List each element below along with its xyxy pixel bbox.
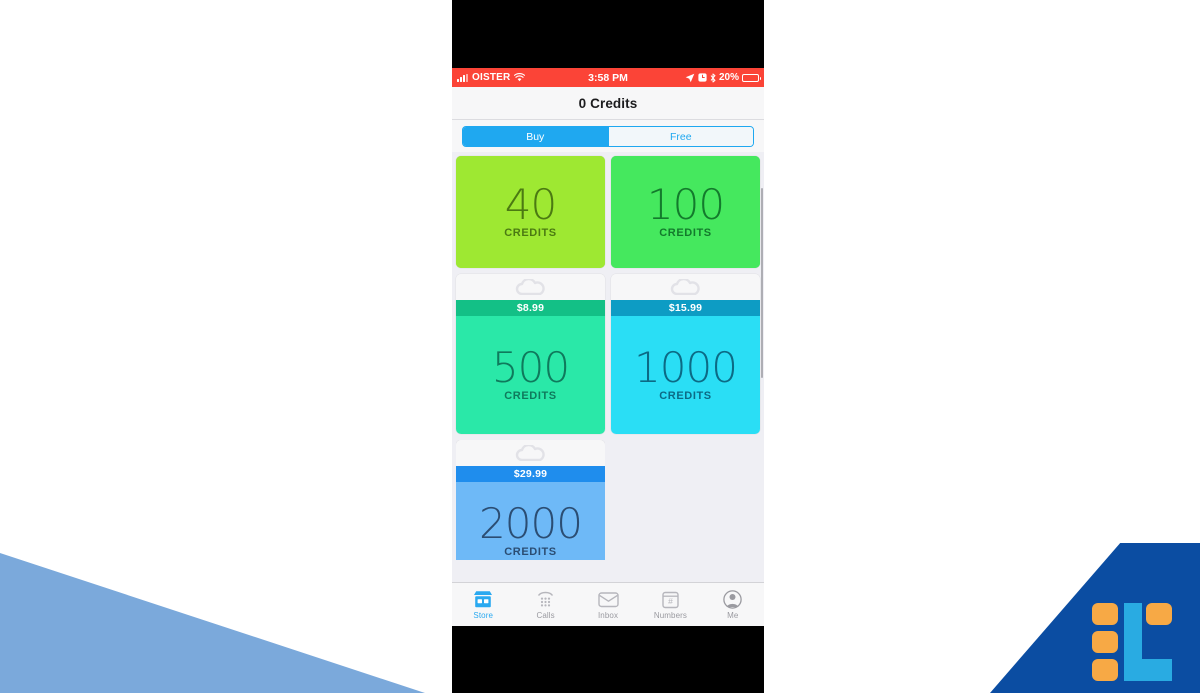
bluetooth-icon [710, 73, 716, 82]
location-arrow-icon [685, 73, 695, 82]
tab-label-calls: Calls [536, 611, 555, 620]
status-bar-right-group: 20% [685, 72, 761, 83]
phone-screen: OISTER 3:58 PM 20% 0 Credits Buy Free 40… [452, 68, 764, 626]
tab-label-inbox: Inbox [597, 611, 619, 620]
storefront-icon [473, 589, 493, 610]
tab-store[interactable]: Store [452, 589, 514, 620]
tab-calls[interactable]: Calls [514, 589, 576, 620]
ios-status-bar: OISTER 3:58 PM 20% [452, 68, 764, 87]
credits-label-1000: CREDITS [659, 389, 712, 402]
credit-package-card-1000[interactable]: $15.99 1000 CREDITS [611, 274, 760, 434]
credit-amount-40: 40 [504, 180, 557, 230]
credit-package-card-40[interactable]: 40 CREDITS [456, 156, 605, 268]
credit-package-card-2000[interactable]: $29.99 2000 CREDITS [456, 440, 605, 560]
tab-numbers[interactable]: # Numbers [639, 589, 701, 620]
credits-label-100: CREDITS [659, 226, 712, 239]
card-body-2000: 2000 CREDITS [456, 482, 605, 560]
tab-buy[interactable]: Buy [463, 127, 608, 146]
credits-label-500: CREDITS [504, 389, 557, 402]
scrollbar-thumb[interactable] [761, 188, 763, 378]
person-circle-icon [723, 589, 743, 610]
credit-amount-500: 500 [491, 343, 570, 393]
credit-amount-1000: 1000 [634, 343, 738, 393]
tab-label-numbers: Numbers [653, 611, 687, 620]
card-head-500 [456, 274, 605, 300]
price-bar-2000: $29.99 [456, 466, 605, 482]
phone-device-frame: OISTER 3:58 PM 20% 0 Credits Buy Free 40… [452, 0, 764, 693]
price-bar-500: $8.99 [456, 300, 605, 316]
package-cell-500: $8.99 500 CREDITS [456, 274, 605, 434]
screenshot-canvas: OISTER 3:58 PM 20% 0 Credits Buy Free 40… [0, 0, 1200, 693]
cloud-download-icon [515, 445, 545, 461]
decorative-blue-triangle [0, 553, 425, 693]
card-head-2000 [456, 440, 605, 466]
tab-inbox[interactable]: Inbox [577, 589, 639, 620]
bottom-tab-bar: Store Calls Inbox # Numbers Me [452, 582, 764, 626]
dialpad-phone-icon [536, 589, 555, 610]
credits-label-2000: CREDITS [504, 545, 557, 558]
card-body-40: 40 CREDITS [456, 156, 605, 268]
price-bar-1000: $15.99 [611, 300, 760, 316]
credit-packages-grid: 40 CREDITS 100 CREDITS $8.99 500 CREDITS… [456, 152, 760, 560]
package-cell-2000: $29.99 2000 CREDITS [456, 440, 605, 560]
carrier-name: OISTER [472, 72, 511, 83]
battery-icon [742, 73, 761, 82]
tab-me[interactable]: Me [702, 589, 764, 620]
segmented-control-container: Buy Free [452, 120, 764, 152]
wifi-icon [514, 73, 526, 82]
signal-bars-icon [457, 73, 468, 82]
tab-free[interactable]: Free [608, 127, 753, 146]
package-cell-100: 100 CREDITS [611, 156, 760, 268]
status-bar-left-group: OISTER [457, 72, 526, 83]
page-title: 0 Credits [578, 95, 638, 111]
tab-label-store: Store [473, 611, 494, 620]
credit-amount-100: 100 [646, 180, 725, 230]
credit-package-card-100[interactable]: 100 CREDITS [611, 156, 760, 268]
credits-label-40: CREDITS [504, 226, 557, 239]
credit-packages-scroll-area[interactable]: 40 CREDITS 100 CREDITS $8.99 500 CREDITS… [452, 152, 764, 588]
inbox-tray-icon [597, 589, 619, 610]
buy-free-segmented-control[interactable]: Buy Free [462, 126, 754, 147]
package-cell-1000: $15.99 1000 CREDITS [611, 274, 760, 434]
card-body-100: 100 CREDITS [611, 156, 760, 268]
brand-logo [1092, 603, 1172, 681]
cloud-download-icon [515, 279, 545, 295]
scrollbar-track[interactable] [761, 152, 763, 588]
cloud-download-icon [670, 279, 700, 295]
card-head-1000 [611, 274, 760, 300]
credit-amount-2000: 2000 [479, 499, 583, 548]
card-body-1000: 1000 CREDITS [611, 316, 760, 434]
tab-label-me: Me [727, 611, 739, 620]
card-body-500: 500 CREDITS [456, 316, 605, 434]
credit-package-card-500[interactable]: $8.99 500 CREDITS [456, 274, 605, 434]
package-cell-40: 40 CREDITS [456, 156, 605, 268]
hash-box-icon: # [662, 589, 679, 610]
navigation-bar: 0 Credits [452, 87, 764, 120]
battery-percentage: 20% [718, 72, 739, 83]
package-cell-empty [611, 440, 760, 560]
svg-text:#: # [668, 596, 673, 606]
alarm-icon [698, 73, 707, 82]
